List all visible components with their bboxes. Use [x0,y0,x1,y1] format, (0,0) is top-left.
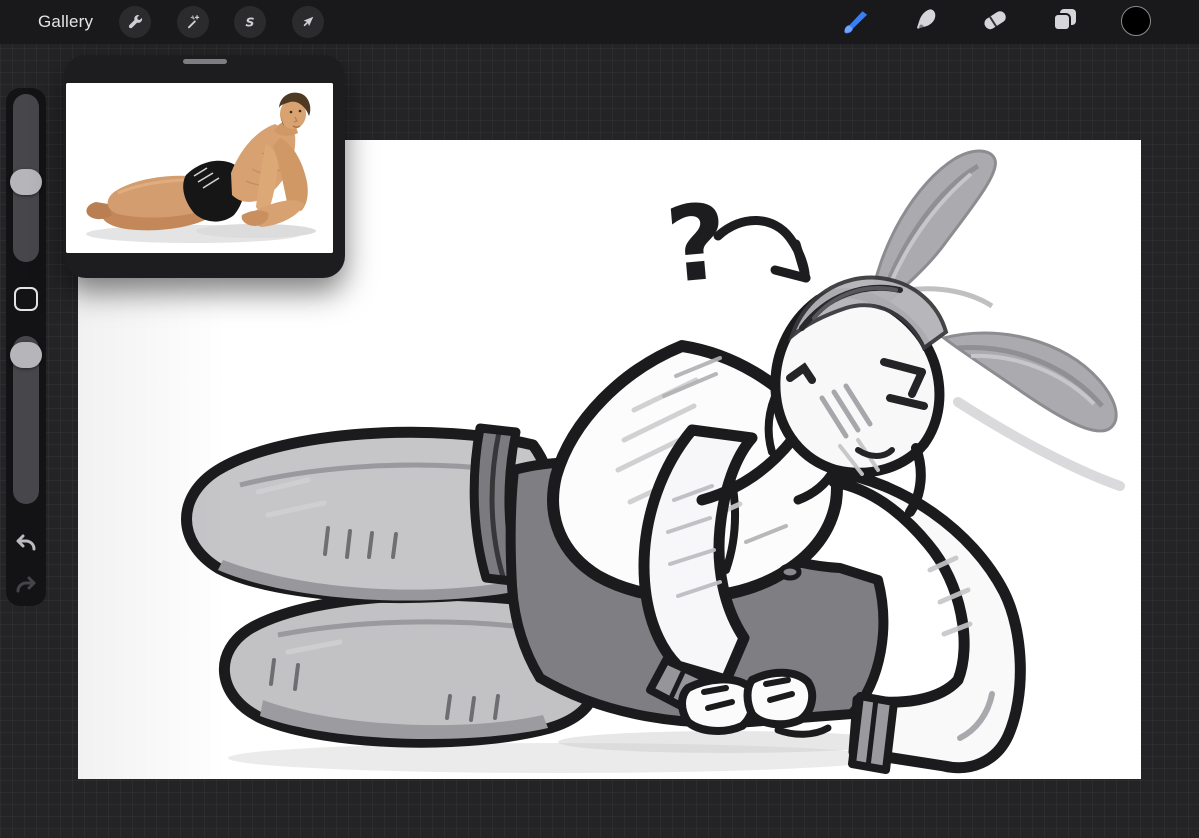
undo-button[interactable] [12,529,40,557]
erase-tool-button[interactable] [976,3,1014,41]
brush-sidebar [6,88,46,606]
eraser-icon [978,3,1012,42]
wrench-icon [125,12,145,32]
selection-button[interactable]: S [234,6,266,38]
reference-photo [66,83,333,253]
color-swatch-button[interactable] [1121,6,1151,36]
procreate-workspace: { "header": { "gallery_label": "Gallery"… [0,0,1199,838]
opacity-thumb[interactable] [10,342,42,368]
transform-arrow-icon [298,12,318,32]
magic-wand-icon [183,12,203,32]
paint-tool-button[interactable] [836,3,874,41]
smudge-tool-button[interactable] [906,3,944,41]
adjustments-button[interactable] [177,6,209,38]
brush-size-thumb[interactable] [10,169,42,195]
smudge-icon [908,3,942,42]
modify-button[interactable] [14,287,38,311]
gallery-button[interactable]: Gallery [38,0,93,44]
reference-window[interactable] [64,55,345,278]
svg-text:S: S [245,14,254,29]
transform-button[interactable] [292,6,324,38]
layers-button[interactable] [1046,3,1084,41]
redo-button[interactable] [12,571,40,599]
undo-icon [12,534,40,561]
arrow-annotation [713,216,811,283]
top-toolbar: Gallery S [0,0,1199,44]
brush-icon [838,3,872,42]
actions-button[interactable] [119,6,151,38]
reference-drag-handle[interactable] [182,59,227,64]
question-mark-annotation: ? [662,180,733,307]
layers-icon [1048,3,1082,42]
selection-s-icon: S [240,12,260,32]
redo-icon [12,576,40,603]
